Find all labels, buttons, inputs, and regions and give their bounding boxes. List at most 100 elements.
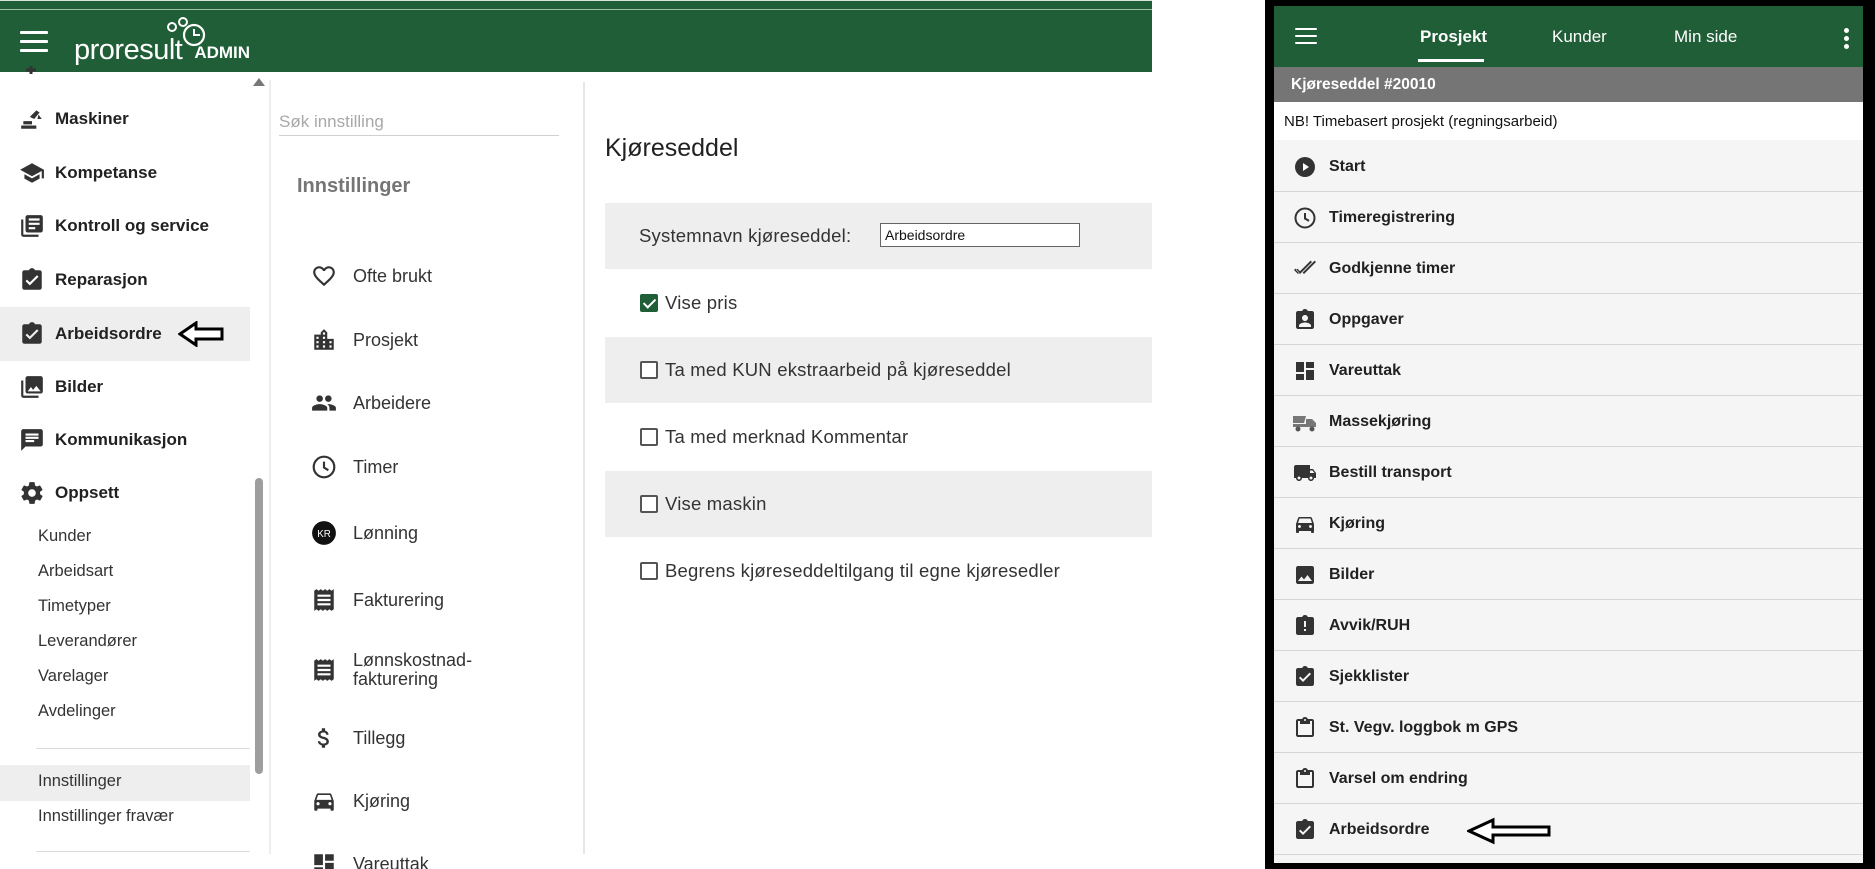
more-vert-icon[interactable] — [1844, 28, 1850, 50]
settings-item-timer[interactable]: Timer — [311, 447, 571, 487]
mobile-item-timeregistrering[interactable]: Timeregistrering — [1274, 193, 1863, 243]
scroll-up-icon[interactable] — [253, 78, 265, 86]
settings-item-label: Fakturering — [353, 590, 445, 610]
mobile-subheader: Kjøreseddel #20010 — [1274, 67, 1863, 102]
settings-item-tillegg[interactable]: Tillegg — [311, 718, 571, 758]
tab-prosjekt[interactable]: Prosjekt — [1420, 27, 1487, 47]
mobile-item-bestill-transport[interactable]: Bestill transport — [1274, 448, 1863, 498]
settings-item-lonning[interactable]: KR Lønning — [311, 513, 571, 553]
sidebar-item-label: Kontroll og service — [55, 216, 209, 235]
sidebar-item-label: Maskiner — [55, 109, 129, 128]
kun-ekstraarbeid-checkbox[interactable] — [640, 361, 658, 379]
settings-item-ofte-brukt[interactable]: Ofte brukt — [311, 256, 571, 296]
sidebar-item-reparasjon[interactable]: Reparasjon — [0, 255, 250, 305]
mobile-item-kjoring[interactable]: Kjøring — [1274, 499, 1863, 549]
systemname-input[interactable] — [880, 223, 1080, 247]
mobile-screen: Prosjekt Kunder Min side Kjøreseddel #20… — [1274, 6, 1863, 863]
mobile-item-sjekklister[interactable]: Sjekklister — [1274, 652, 1863, 702]
settings-item-label: Kjøring — [353, 791, 411, 811]
vise-maskin-checkbox[interactable] — [640, 495, 658, 513]
library-books-icon — [21, 215, 43, 237]
tab-min-side[interactable]: Min side — [1674, 27, 1737, 47]
mobile-item-bilder[interactable]: Bilder — [1274, 550, 1863, 600]
settings-item-label: Ofte brukt — [353, 266, 433, 286]
assignment-person-icon — [1296, 309, 1314, 329]
mobile-item-massekjoring[interactable]: Massekjøring — [1274, 397, 1863, 447]
sidebar-subitem-timetyper[interactable]: Timetyper — [38, 597, 111, 616]
sidebar-item-oppsett[interactable]: Oppsett — [0, 468, 250, 518]
sidebar-subitem-arbeidsart[interactable]: Arbeidsart — [38, 562, 113, 581]
sidebar-item-arbeidsordre[interactable]: Arbeidsordre — [0, 307, 250, 361]
menu-icon[interactable] — [20, 31, 48, 53]
mobile-item-st-vegv-loggbok[interactable]: St. Vegv. loggbok m GPS — [1274, 703, 1863, 753]
settings-item-label: Lønning — [353, 523, 419, 543]
truck-icon — [1294, 465, 1316, 481]
sidebar-item-bilder[interactable]: Bilder — [0, 362, 250, 412]
active-tab-indicator — [1418, 59, 1484, 62]
proresult-logo[interactable]: proresult ADMIN — [74, 17, 250, 65]
mobile-item-start[interactable]: Start — [1274, 142, 1863, 192]
settings-item-prosjekt[interactable]: Prosjekt — [311, 320, 571, 360]
settings-item-fakturering[interactable]: Fakturering — [311, 580, 571, 620]
sidebar-item-maskiner[interactable]: Maskiner — [0, 94, 250, 144]
mobile-item-varsel-om-endring[interactable]: Varsel om endring — [1274, 754, 1863, 804]
mobile-item-label: Massekjøring — [1329, 413, 1432, 430]
kjoreseddel-title: Kjøreseddel #20010 — [1291, 76, 1436, 93]
heart-outline-icon — [313, 266, 335, 287]
partial-icon — [26, 66, 36, 74]
tab-kunder[interactable]: Kunder — [1552, 27, 1607, 47]
sidebar-subitem-innstillinger[interactable]: Innstillinger — [38, 772, 121, 791]
settings-item-kjoring[interactable]: Kjøring — [311, 781, 571, 821]
option-label: Vise maskin — [665, 493, 767, 514]
sidebar-item-kompetanse[interactable]: Kompetanse — [0, 148, 250, 198]
mobile-item-arbeidsordre[interactable]: Arbeidsordre — [1274, 805, 1863, 855]
sidebar-subitem-innstillinger-fravaer[interactable]: Innstillinger fravær — [38, 807, 174, 826]
admin-sidebar: Maskiner Kompetanse Kontroll og service … — [0, 66, 250, 869]
settings-search-input[interactable] — [279, 108, 559, 136]
city-icon — [314, 329, 334, 350]
mobile-item-label: Vareuttak — [1329, 362, 1402, 379]
sidebar-scrollbar[interactable] — [255, 478, 263, 774]
sidebar-subitem-avdelinger[interactable]: Avdelinger — [38, 702, 116, 721]
people-icon — [312, 395, 336, 411]
sidebar-item-kommunikasjon[interactable]: Kommunikasjon — [0, 415, 250, 465]
mobile-header: Prosjekt Kunder Min side — [1274, 6, 1863, 67]
annotation-arrow-icon — [1467, 817, 1551, 845]
menu-icon[interactable] — [1295, 28, 1317, 45]
settings-item-vareuttak[interactable]: Vareuttak — [311, 844, 571, 869]
settings-item-label: Prosjekt — [353, 330, 419, 350]
begrens-tilgang-checkbox[interactable] — [640, 562, 658, 580]
settings-item-arbeidere[interactable]: Arbeidere — [311, 383, 571, 423]
sidebar-subitem-kunder[interactable]: Kunder — [38, 527, 91, 546]
mobile-item-oppgaver[interactable]: Oppgaver — [1274, 295, 1863, 345]
admin-header: proresult ADMIN — [0, 0, 1152, 72]
sidebar-item-kontroll-og-service[interactable]: Kontroll og service — [0, 201, 250, 251]
sidebar-subitem-varelager[interactable]: Varelager — [38, 667, 108, 686]
mobile-item-avvik-ruh[interactable]: Avvik/RUH — [1274, 601, 1863, 651]
vise-pris-checkbox[interactable] — [640, 294, 658, 312]
image-icon — [1296, 566, 1314, 584]
settings-item-label: Tillegg — [353, 728, 406, 748]
mobile-item-godkjenne-timer[interactable]: Godkjenne timer — [1274, 244, 1863, 294]
mobile-item-label: Arbeidsordre — [1329, 821, 1430, 838]
option-label: Ta med merknad Kommentar — [665, 426, 909, 447]
photo-library-icon — [21, 376, 43, 398]
sidebar-item-label: Bilder — [55, 377, 104, 396]
option-vise-maskin: Vise maskin — [605, 471, 1152, 537]
dashboard-icon — [314, 854, 334, 869]
settings-menu: Innstillinger Ofte brukt Prosjekt Arbeid… — [271, 72, 583, 869]
annotation-arrow-icon — [178, 321, 224, 347]
receipt-icon — [314, 589, 334, 611]
mobile-item-vareuttak[interactable]: Vareuttak — [1274, 346, 1863, 396]
sidebar-subitem-leverandorer[interactable]: Leverandører — [38, 632, 137, 651]
screenshot-root: proresult ADMIN Maskiner Kompetanse Kont… — [0, 0, 1875, 869]
merknad-kommentar-checkbox[interactable] — [640, 428, 658, 446]
kjoreseddel-settings: Kjøreseddel Systemnavn kjøreseddel: Vise… — [585, 72, 1152, 869]
option-merknad-kommentar: Ta med merknad Kommentar — [605, 404, 1152, 470]
assignment-check-icon — [1296, 666, 1314, 686]
settings-item-label-line2: fakturering — [353, 669, 439, 689]
settings-item-lonnskostnad-fakturering[interactable]: Lønnskostnad- fakturering — [311, 642, 571, 698]
kr-badge-text: KR — [317, 529, 331, 540]
assignment-check-icon — [1296, 819, 1314, 839]
school-cap-icon — [20, 163, 44, 183]
